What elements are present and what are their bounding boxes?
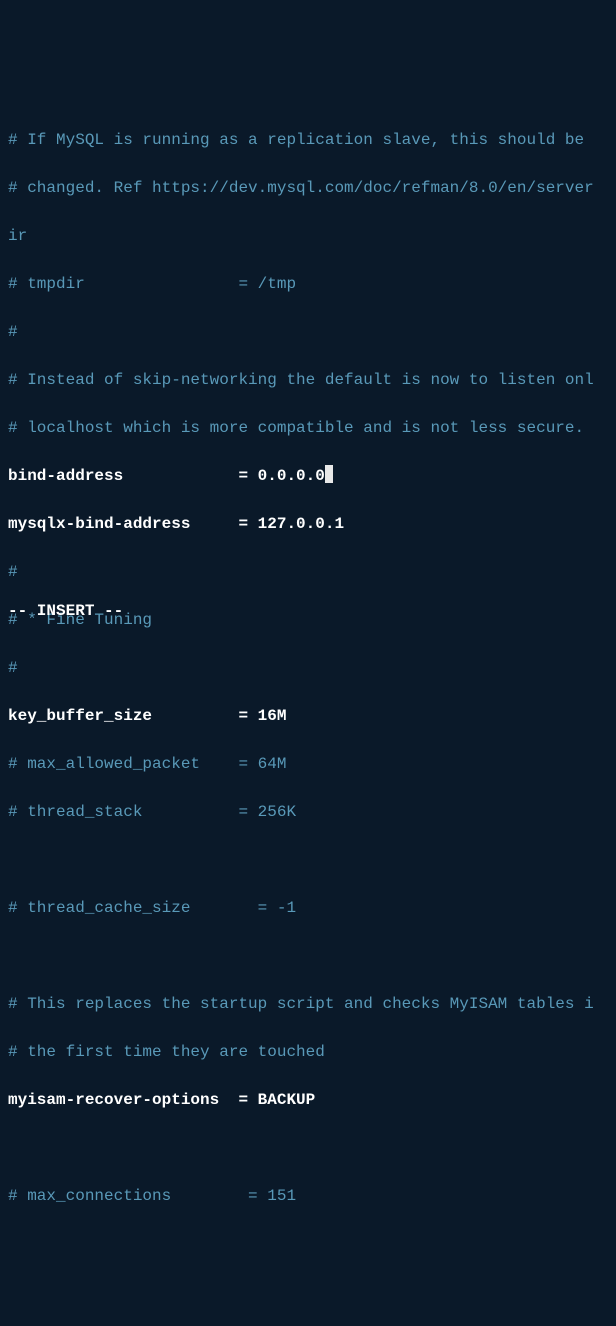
comment-line: # Instead of skip-networking the default… (8, 368, 608, 392)
comment-line: # (8, 656, 608, 680)
comment-line: # If MySQL is running as a replication s… (8, 128, 608, 152)
config-line-myisam-recover: myisam-recover-options = BACKUP (8, 1088, 608, 1112)
blank-line (8, 944, 608, 968)
vim-mode-indicator: -- INSERT -- (8, 599, 123, 623)
comment-line: # thread_stack = 256K (8, 800, 608, 824)
comment-line: # thread_cache_size = -1 (8, 896, 608, 920)
comment-line: # changed. Ref https://dev.mysql.com/doc… (8, 176, 608, 200)
editor-content[interactable]: # If MySQL is running as a replication s… (8, 104, 608, 1232)
config-line-key-buffer: key_buffer_size = 16M (8, 704, 608, 728)
comment-line: # the first time they are touched (8, 1040, 608, 1064)
config-line-bind-address: bind-address = 0.0.0.0 (8, 464, 608, 488)
comment-line: # max_allowed_packet = 64M (8, 752, 608, 776)
comment-line: # max_connections = 151 (8, 1184, 608, 1208)
config-line-mysqlx-bind: mysqlx-bind-address = 127.0.0.1 (8, 512, 608, 536)
comment-line: # tmpdir = /tmp (8, 272, 608, 296)
comment-line: # This replaces the startup script and c… (8, 992, 608, 1016)
bind-address-setting: bind-address = 0.0.0.0 (8, 467, 325, 485)
blank-line (8, 1136, 608, 1160)
comment-line: # (8, 560, 608, 584)
comment-line: ir (8, 224, 608, 248)
comment-line: # (8, 320, 608, 344)
blank-line (8, 848, 608, 872)
comment-line: # localhost which is more compatible and… (8, 416, 608, 440)
text-cursor (325, 465, 333, 483)
